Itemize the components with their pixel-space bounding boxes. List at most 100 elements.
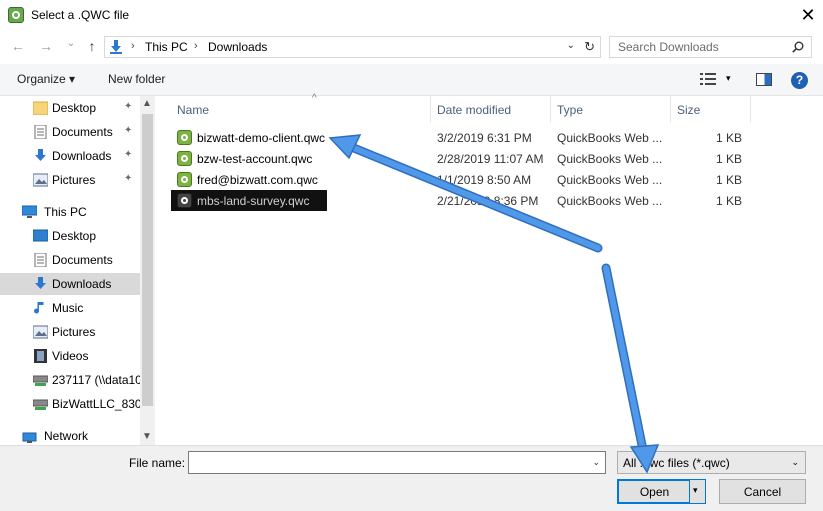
sidebar-item-network-drive-bizwatt[interactable]: BizWattLLC_8307 — [0, 393, 148, 415]
music-icon — [34, 302, 44, 314]
breadcrumb-separator: › — [131, 40, 135, 52]
documents-icon — [34, 125, 47, 139]
open-button-label: Open — [639, 485, 670, 499]
column-header-label: Size — [677, 103, 701, 117]
column-header-size[interactable]: Size — [671, 96, 751, 122]
network-drive-icon — [33, 375, 48, 386]
pin-icon[interactable]: ✦ — [124, 149, 132, 160]
file-name-label: File name: — [129, 456, 186, 470]
file-row[interactable]: bzw-test-account.qwc 2/28/2019 11:07 AM … — [171, 148, 811, 169]
sidebar-item-music[interactable]: Music — [0, 297, 140, 319]
window-title: Select a .QWC file — [31, 8, 130, 22]
dialog-footer: File name: ⌄ All .qwc files (*.qwc) ⌄ Op… — [0, 445, 823, 511]
file-name: fred@bizwatt.com.qwc — [197, 173, 318, 187]
qwc-file-icon — [177, 151, 192, 166]
sidebar-item-downloads[interactable]: Downloads — [0, 273, 140, 295]
network-icon — [22, 432, 37, 443]
up-arrow-icon[interactable]: ↑ — [84, 38, 100, 54]
file-row[interactable]: mbs-land-survey.qwc 2/21/2019 8:36 PM Qu… — [171, 190, 811, 211]
help-icon[interactable]: ? — [791, 72, 808, 89]
file-row[interactable]: bizwatt-demo-client.qwc 3/2/2019 6:31 PM… — [171, 127, 811, 148]
file-type: QuickBooks Web ... — [557, 173, 663, 187]
column-header-date-modified[interactable]: Date modified — [431, 96, 551, 122]
download-icon — [110, 40, 122, 54]
network-drive-icon — [33, 399, 48, 410]
sidebar-item-label: Music — [52, 301, 84, 315]
command-toolbar: Organize ▾ New folder ▾ ? — [0, 64, 823, 96]
view-options-chevron-icon[interactable]: ▾ — [726, 73, 731, 84]
column-header-name[interactable]: Name ^ — [171, 93, 431, 122]
address-history-chevron-icon[interactable]: ⌄ — [567, 40, 575, 51]
file-date: 2/28/2019 11:07 AM — [437, 152, 544, 166]
sidebar-item-quick-desktop[interactable]: Desktop ✦ — [0, 97, 140, 119]
navigation-scrollbar[interactable]: ▲ ▼ — [140, 96, 155, 445]
open-button[interactable]: Open ▾ — [617, 479, 706, 504]
close-button[interactable]: ✕ — [793, 0, 823, 30]
file-type-filter-value: All .qwc files (*.qwc) — [623, 456, 730, 470]
scrollbar-thumb[interactable] — [142, 114, 153, 406]
sidebar-item-network-drive-237117[interactable]: 237117 (\\data10 — [0, 369, 142, 391]
file-name-chevron-icon[interactable]: ⌄ — [592, 457, 600, 468]
sidebar-item-documents[interactable]: Documents — [0, 249, 140, 271]
file-name: mbs-land-survey.qwc — [197, 194, 310, 208]
column-header-type[interactable]: Type — [551, 96, 671, 122]
file-size: 1 KB — [715, 173, 742, 187]
pictures-icon — [33, 325, 48, 339]
column-header-label: Name — [177, 103, 210, 117]
sidebar-item-quick-pictures[interactable]: Pictures ✦ — [0, 169, 140, 191]
search-input[interactable]: Search Downloads — [618, 40, 719, 54]
file-type: QuickBooks Web ... — [557, 131, 663, 145]
sidebar-item-label: 237117 (\\data10 — [52, 373, 142, 387]
search-icon[interactable] — [792, 41, 804, 53]
file-type: QuickBooks Web ... — [557, 194, 663, 208]
sidebar-item-pictures[interactable]: Pictures — [0, 321, 140, 343]
recent-locations-chevron-icon[interactable]: ⌄ — [63, 36, 79, 52]
forward-arrow-icon[interactable]: → — [38, 38, 54, 54]
file-name-combobox[interactable]: ⌄ — [188, 451, 606, 474]
sidebar-item-label: Downloads — [52, 149, 112, 163]
sort-ascending-icon: ^ — [312, 93, 317, 104]
file-row[interactable]: fred@bizwatt.com.qwc 1/1/2019 8:50 AM Qu… — [171, 169, 811, 190]
breadcrumb-separator: › — [194, 40, 198, 52]
pin-icon[interactable]: ✦ — [124, 101, 132, 112]
file-name-input[interactable] — [191, 453, 581, 472]
new-folder-button[interactable]: New folder — [108, 72, 165, 86]
breadcrumb-this-pc[interactable]: This PC — [145, 40, 188, 54]
column-header-label: Date modified — [437, 103, 512, 117]
sidebar-item-this-pc[interactable]: This PC — [0, 201, 140, 223]
title-bar: Select a .QWC file ✕ — [0, 0, 823, 30]
pin-icon[interactable]: ✦ — [124, 125, 132, 136]
scroll-up-arrow-icon[interactable]: ▲ — [142, 98, 152, 109]
pictures-icon — [33, 173, 48, 187]
qwc-file-icon — [177, 172, 192, 187]
sidebar-item-label: Desktop — [52, 229, 97, 243]
file-date: 3/2/2019 6:31 PM — [437, 131, 532, 145]
sidebar-item-quick-documents[interactable]: Documents ✦ — [0, 121, 140, 143]
search-box[interactable]: Search Downloads — [609, 36, 812, 58]
address-bar[interactable]: › This PC › Downloads ⌄ ↻ — [104, 36, 601, 58]
sidebar-item-label: Downloads — [52, 277, 112, 291]
back-arrow-icon[interactable]: ← — [10, 38, 26, 54]
sidebar-item-label: Videos — [52, 349, 89, 363]
chevron-down-icon: ▾ — [693, 485, 698, 495]
preview-pane-icon[interactable] — [756, 73, 772, 86]
filter-chevron-icon[interactable]: ⌄ — [791, 457, 799, 468]
sidebar-item-desktop[interactable]: Desktop — [0, 225, 140, 247]
breadcrumb-downloads[interactable]: Downloads — [208, 40, 267, 54]
sidebar-item-quick-downloads[interactable]: Downloads ✦ — [0, 145, 140, 167]
download-icon — [35, 277, 46, 289]
download-icon — [35, 149, 46, 161]
organize-menu-button[interactable]: Organize ▾ — [17, 72, 75, 86]
sidebar-item-videos[interactable]: Videos — [0, 345, 140, 367]
scroll-down-arrow-icon[interactable]: ▼ — [142, 431, 152, 442]
file-type-filter-select[interactable]: All .qwc files (*.qwc) ⌄ — [617, 451, 806, 474]
computer-icon — [22, 205, 37, 218]
open-options-split-button[interactable]: ▾ — [689, 480, 705, 503]
sidebar-item-label: Pictures — [52, 325, 96, 339]
view-options-icon[interactable] — [700, 73, 716, 85]
sidebar-item-network[interactable]: Network — [0, 425, 140, 445]
refresh-icon[interactable]: ↻ — [584, 39, 595, 55]
pin-icon[interactable]: ✦ — [124, 173, 132, 184]
documents-icon — [34, 253, 47, 267]
cancel-button[interactable]: Cancel — [719, 479, 806, 504]
